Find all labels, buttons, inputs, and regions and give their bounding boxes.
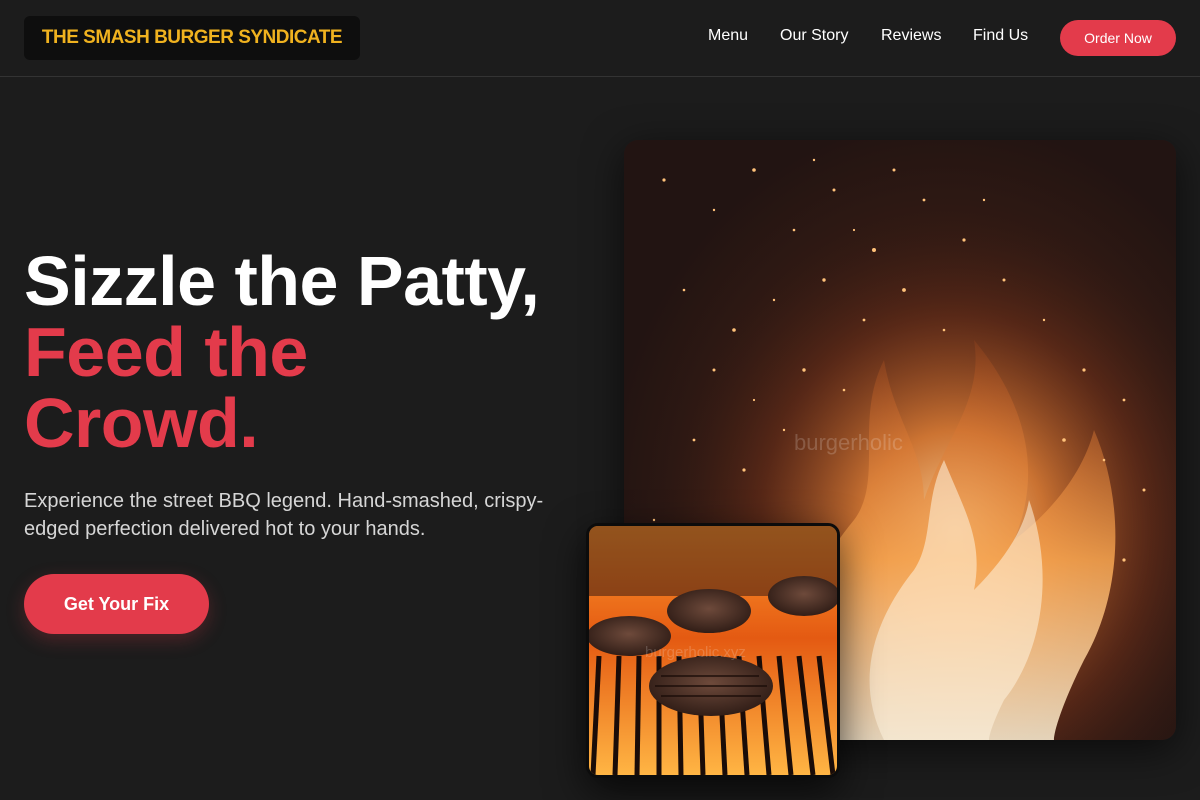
fire-image-watermark: burgerholic bbox=[794, 430, 903, 455]
headline-line-1: Sizzle the Patty, bbox=[24, 242, 540, 320]
grill-image-watermark: burgerholic.xyz bbox=[645, 644, 746, 661]
nav-link-find-us[interactable]: Find Us bbox=[973, 27, 1028, 45]
headline-line-2: Feed the bbox=[24, 313, 308, 391]
grill-image: burgerholic.xyz bbox=[586, 523, 840, 778]
headline-line-3: Crowd. bbox=[24, 384, 259, 462]
hero-headline: Sizzle the Patty, Feed the Crowd. bbox=[24, 246, 604, 459]
hero-subcopy: Experience the street BBQ legend. Hand-s… bbox=[24, 490, 544, 540]
order-now-button[interactable]: Order Now bbox=[1060, 20, 1176, 56]
get-your-fix-button[interactable]: Get Your Fix bbox=[24, 574, 209, 634]
nav-link-our-story[interactable]: Our Story bbox=[780, 27, 848, 45]
nav-link-menu[interactable]: Menu bbox=[708, 27, 748, 45]
site-header: THE SMASH BURGER SYNDICATE Menu Our Stor… bbox=[0, 0, 1200, 77]
brand-logo[interactable]: THE SMASH BURGER SYNDICATE bbox=[24, 16, 360, 60]
nav-link-reviews[interactable]: Reviews bbox=[881, 27, 941, 45]
